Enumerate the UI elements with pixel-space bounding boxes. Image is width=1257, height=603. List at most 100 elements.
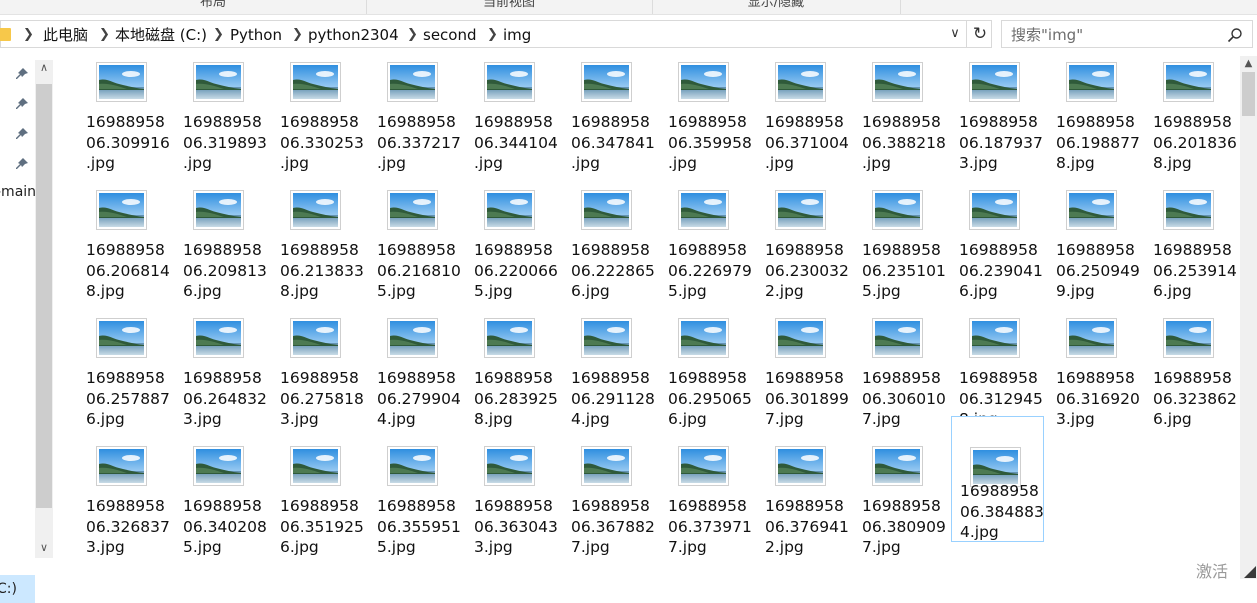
file-name-line: .jpg <box>377 154 406 172</box>
file-item[interactable]: 16988958 06.257887 6.jpg <box>82 316 175 440</box>
file-item[interactable]: 16988958 06.250949 9.jpg <box>1052 188 1145 312</box>
file-item[interactable]: 16988958 06.347841 .jpg <box>567 60 660 184</box>
file-name-line: 7.jpg <box>862 538 901 556</box>
file-name: 16988958 06.347841 .jpg <box>571 112 664 174</box>
file-item[interactable]: 16988958 06.239041 6.jpg <box>955 188 1048 312</box>
thumbnail-art <box>487 193 532 227</box>
landscape-image-icon <box>1066 318 1117 358</box>
file-item[interactable]: 16988958 06.309916 .jpg <box>82 60 175 184</box>
file-item[interactable]: 16988958 06.340208 5.jpg <box>179 444 272 568</box>
file-name-line: 06.347841 <box>571 133 655 152</box>
nav-item-drive-c[interactable]: C:) <box>0 575 35 603</box>
file-item[interactable]: 16988958 06.279904 4.jpg <box>373 316 466 440</box>
file-item[interactable]: 16988958 06.295065 6.jpg <box>664 316 757 440</box>
file-item[interactable]: 16988958 06.330253 .jpg <box>276 60 369 184</box>
file-name-line: 06.253914 <box>1153 261 1237 280</box>
file-item[interactable]: 16988958 06.363043 3.jpg <box>470 444 563 568</box>
file-name-line: 06.371004 <box>765 133 849 152</box>
file-name-line: 06.187937 <box>959 133 1043 152</box>
landscape-image-icon <box>1066 190 1117 230</box>
file-name-line: 16988958 <box>1056 369 1135 387</box>
file-name: 16988958 06.355951 5.jpg <box>377 496 470 558</box>
file-item[interactable]: 16988958 06.275818 3.jpg <box>276 316 369 440</box>
file-item[interactable]: 16988958 06.235101 5.jpg <box>858 188 951 312</box>
file-item[interactable]: 16988958 06.351925 6.jpg <box>276 444 369 568</box>
file-item[interactable]: 16988958 06.319893 .jpg <box>179 60 272 184</box>
file-name-line: 16988958 <box>571 497 650 515</box>
file-name: 16988958 06.301899 7.jpg <box>765 368 858 430</box>
file-item[interactable]: 16988958 06.316920 3.jpg <box>1052 316 1145 440</box>
file-name: 16988958 06.198877 8.jpg <box>1056 112 1149 174</box>
file-item[interactable]: 16988958 06.376941 2.jpg <box>761 444 854 568</box>
file-name-line: 06.213833 <box>280 261 364 280</box>
file-name-line: 16988958 <box>862 113 941 131</box>
file-name: 16988958 06.373971 7.jpg <box>668 496 761 558</box>
file-name: 16988958 06.264832 3.jpg <box>183 368 276 430</box>
file-item[interactable]: 16988958 06.222865 6.jpg <box>567 188 660 312</box>
file-item[interactable]: 16988958 06.367882 7.jpg <box>567 444 660 568</box>
file-name: 16988958 06.226979 5.jpg <box>668 240 761 302</box>
thumbnail-art <box>973 450 1018 484</box>
file-item[interactable]: 16988958 06.388218 .jpg <box>858 60 951 184</box>
file-item[interactable]: 16988958 06.326837 3.jpg <box>82 444 175 568</box>
file-name-line: 5.jpg <box>862 282 901 300</box>
file-name-line: 06.367882 <box>571 517 655 536</box>
file-name-line: 16988958 <box>668 241 747 259</box>
file-name-line: 6.jpg <box>1153 282 1192 300</box>
thumbnail-art <box>1069 193 1114 227</box>
file-item[interactable]: 16988958 06.344104 .jpg <box>470 60 563 184</box>
thumbnail-art <box>390 321 435 355</box>
file-item[interactable]: 16988958 06.337217 .jpg <box>373 60 466 184</box>
content-scrollbar[interactable] <box>1240 56 1257 579</box>
landscape-image-icon <box>581 190 632 230</box>
file-item[interactable]: 16988958 06.253914 6.jpg <box>1149 188 1242 312</box>
scroll-up-icon[interactable]: ▲ <box>1240 56 1257 72</box>
file-item[interactable]: 16988958 06.291128 4.jpg <box>567 316 660 440</box>
file-item[interactable]: 16988958 06.380909 7.jpg <box>858 444 951 568</box>
file-item[interactable]: 16988958 06.230032 2.jpg <box>761 188 854 312</box>
file-item[interactable]: 16988958 06.384883 4.jpg <box>951 416 1044 542</box>
file-item[interactable]: 16988958 06.264832 3.jpg <box>179 316 272 440</box>
landscape-image-icon <box>1163 318 1214 358</box>
file-item[interactable]: 16988958 06.201836 8.jpg <box>1149 60 1242 184</box>
file-item[interactable]: 16988958 06.213833 8.jpg <box>276 188 369 312</box>
file-name: 16988958 06.371004 .jpg <box>765 112 858 174</box>
file-item[interactable]: 16988958 06.373971 7.jpg <box>664 444 757 568</box>
thumbnail-art <box>99 65 144 99</box>
file-item[interactable]: 16988958 06.216810 5.jpg <box>373 188 466 312</box>
file-item[interactable]: 16988958 06.306010 7.jpg <box>858 316 951 440</box>
file-name-line: 16988958 <box>668 113 747 131</box>
file-name: 16988958 06.235101 5.jpg <box>862 240 955 302</box>
landscape-image-icon <box>387 62 438 102</box>
landscape-image-icon <box>775 318 826 358</box>
file-name-line: 5.jpg <box>183 538 222 556</box>
file-name: 16988958 06.220066 5.jpg <box>474 240 567 302</box>
resize-grip-icon[interactable] <box>1240 563 1257 579</box>
file-name-line: 2.jpg <box>765 538 804 556</box>
file-item[interactable]: 16988958 06.206814 8.jpg <box>82 188 175 312</box>
landscape-image-icon <box>775 446 826 486</box>
file-item[interactable]: 16988958 06.209813 6.jpg <box>179 188 272 312</box>
file-item[interactable]: 16988958 06.226979 5.jpg <box>664 188 757 312</box>
file-item[interactable]: 16988958 06.355951 5.jpg <box>373 444 466 568</box>
file-item[interactable]: 16988958 06.198877 8.jpg <box>1052 60 1145 184</box>
file-item[interactable]: 16988958 06.301899 7.jpg <box>761 316 854 440</box>
file-name: 16988958 06.367882 7.jpg <box>571 496 664 558</box>
file-item[interactable]: 16988958 06.323862 6.jpg <box>1149 316 1242 440</box>
file-name-line: 06.291128 <box>571 389 655 408</box>
file-item[interactable]: 16988958 06.220066 5.jpg <box>470 188 563 312</box>
landscape-image-icon <box>484 318 535 358</box>
file-item[interactable]: 16988958 06.187937 3.jpg <box>955 60 1048 184</box>
file-name-line: 06.279904 <box>377 389 461 408</box>
file-name: 16988958 06.213833 8.jpg <box>280 240 373 302</box>
file-name: 16988958 06.250949 9.jpg <box>1056 240 1149 302</box>
file-name: 16988958 06.239041 6.jpg <box>959 240 1052 302</box>
file-name-line: 3.jpg <box>474 538 513 556</box>
landscape-image-icon <box>290 446 341 486</box>
file-item[interactable]: 16988958 06.283925 8.jpg <box>470 316 563 440</box>
content-scrollbar-thumb[interactable] <box>1242 72 1255 116</box>
file-item[interactable]: 16988958 06.359958 .jpg <box>664 60 757 184</box>
thumbnail-art <box>293 193 338 227</box>
file-item[interactable]: 16988958 06.371004 .jpg <box>761 60 854 184</box>
file-name-line: 7.jpg <box>862 410 901 428</box>
